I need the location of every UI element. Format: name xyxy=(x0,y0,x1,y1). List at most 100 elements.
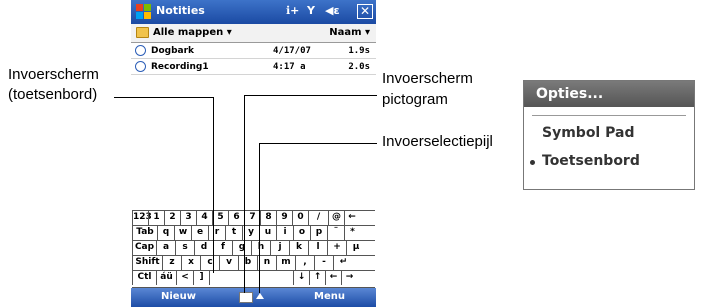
soft-keyboard: 123 1 2 3 4 5 6 7 8 9 0/@ ← Tab q w e r t y u i o p ¨ * Cap a s d f g h… xyxy=(132,210,375,288)
input-panel-label-sub: (toetsenbord) xyxy=(8,86,98,103)
key[interactable]: f xyxy=(213,241,232,255)
keyboard-row: Shift z x c v b n m, - ↵ xyxy=(132,255,375,270)
key[interactable]: x xyxy=(181,256,200,270)
key[interactable]: / xyxy=(308,211,328,225)
selector-arrow-label: Invoerselectiepijl xyxy=(382,133,493,150)
key[interactable]: r xyxy=(208,226,225,240)
key[interactable]: q xyxy=(157,226,174,240)
softkey-bar: Nieuw Menu xyxy=(131,288,376,307)
folder-icon xyxy=(136,27,149,38)
folder-toolbar: Alle mappen ▾ Naam ▾ xyxy=(131,24,376,43)
key[interactable]: t xyxy=(225,226,242,240)
key[interactable]: 3 xyxy=(180,211,196,225)
key[interactable]: < xyxy=(176,271,193,285)
key[interactable]: v xyxy=(219,256,238,270)
input-options-menu: Opties... Symbol Pad Toetsenbord xyxy=(523,80,695,190)
key[interactable]: 8 xyxy=(260,211,276,225)
key[interactable]: 7 xyxy=(244,211,260,225)
key[interactable]: s xyxy=(175,241,194,255)
key[interactable]: z xyxy=(162,256,181,270)
key[interactable]: µ xyxy=(346,241,365,255)
key[interactable]: o xyxy=(293,226,310,240)
key[interactable]: d xyxy=(194,241,213,255)
callout-line xyxy=(259,143,260,293)
key[interactable]: 1 xyxy=(148,211,164,225)
key[interactable]: ← xyxy=(325,271,341,285)
key[interactable]: e xyxy=(191,226,208,240)
key[interactable]: Shift xyxy=(132,256,162,270)
sort-dropdown[interactable]: Naam ▾ xyxy=(329,27,370,38)
key[interactable]: ¨ xyxy=(327,226,344,240)
key[interactable]: 6 xyxy=(228,211,244,225)
keyboard-row: Ctl áü <] ↓ ↑ ← → xyxy=(132,270,375,288)
key[interactable]: j xyxy=(270,241,289,255)
input-selector-arrow-icon[interactable] xyxy=(256,293,264,299)
list-item[interactable]: Recording1 4:17 a 2.0s xyxy=(131,59,376,75)
key[interactable]: Cap xyxy=(132,241,156,255)
menu-divider xyxy=(532,115,686,116)
file-size: 2.0s xyxy=(348,62,370,72)
input-icon-label: Invoerscherm xyxy=(382,70,473,87)
key[interactable]: Ctl xyxy=(132,271,156,285)
key[interactable]: @ xyxy=(328,211,344,225)
file-date: 4/17/07 xyxy=(273,46,311,56)
key[interactable]: * xyxy=(344,226,360,240)
key[interactable]: ↑ xyxy=(309,271,325,285)
file-name: Recording1 xyxy=(151,62,209,72)
new-softkey[interactable]: Nieuw xyxy=(161,291,196,302)
keyboard-row: Cap a s d f g h j k l + µ xyxy=(132,240,375,255)
volume-icon[interactable]: ◀ε xyxy=(325,4,340,19)
title-bar: Notities ℹ+ Y ◀ε ✕ xyxy=(131,0,376,24)
key[interactable]: ] xyxy=(193,271,209,285)
file-name: Dogbark xyxy=(151,46,195,56)
callout-line xyxy=(114,97,213,98)
key[interactable]: ← xyxy=(344,211,359,225)
input-icon-label-sub: pictogram xyxy=(382,91,448,108)
pocket-pc-screen: Notities ℹ+ Y ◀ε ✕ Alle mappen ▾ Naam ▾ … xyxy=(131,0,376,307)
key[interactable]: l xyxy=(308,241,327,255)
key[interactable]: 4 xyxy=(196,211,212,225)
option-keyboard[interactable]: Toetsenbord xyxy=(542,153,640,169)
key[interactable]: b xyxy=(238,256,257,270)
key[interactable]: c xyxy=(200,256,219,270)
list-item[interactable]: Dogbark 4/17/07 1.9s xyxy=(131,43,376,59)
key[interactable]: g xyxy=(232,241,251,255)
options-header[interactable]: Opties... xyxy=(524,81,694,107)
key[interactable]: u xyxy=(259,226,276,240)
key[interactable]: m xyxy=(276,256,295,270)
key[interactable]: áü xyxy=(156,271,176,285)
key[interactable]: - xyxy=(314,256,333,270)
key[interactable]: 0 xyxy=(292,211,308,225)
close-button[interactable]: ✕ xyxy=(357,4,373,19)
key[interactable]: + xyxy=(327,241,346,255)
keyboard-row: 123 1 2 3 4 5 6 7 8 9 0/@ ← xyxy=(132,210,375,225)
file-size: 1.9s xyxy=(348,46,370,56)
key[interactable]: p xyxy=(310,226,327,240)
key[interactable]: ↓ xyxy=(293,271,309,285)
selected-bullet-icon xyxy=(530,160,535,165)
key[interactable]: 123 xyxy=(132,211,152,225)
space-key[interactable] xyxy=(209,271,293,285)
signal-icon[interactable]: Y xyxy=(307,4,315,19)
key[interactable]: Tab xyxy=(132,226,157,240)
keyboard-icon[interactable] xyxy=(239,292,253,303)
key[interactable]: k xyxy=(289,241,308,255)
windows-start-icon[interactable] xyxy=(135,3,152,20)
file-date: 4:17 a xyxy=(273,62,306,72)
option-symbol-pad[interactable]: Symbol Pad xyxy=(542,125,634,141)
folder-dropdown[interactable]: Alle mappen ▾ xyxy=(153,27,232,38)
input-panel-label: Invoerscherm xyxy=(8,66,99,83)
key[interactable]: w xyxy=(174,226,191,240)
key[interactable]: i xyxy=(276,226,293,240)
key[interactable]: 9 xyxy=(276,211,292,225)
key[interactable]: a xyxy=(156,241,175,255)
key[interactable]: ↵ xyxy=(333,256,353,270)
callout-line xyxy=(213,97,214,273)
key[interactable]: , xyxy=(295,256,314,270)
connectivity-icon[interactable]: ℹ+ xyxy=(286,4,299,19)
key[interactable]: → xyxy=(341,271,357,285)
key[interactable]: 2 xyxy=(164,211,180,225)
key[interactable]: 5 xyxy=(212,211,228,225)
key[interactable]: h xyxy=(251,241,270,255)
menu-softkey[interactable]: Menu xyxy=(314,291,345,302)
